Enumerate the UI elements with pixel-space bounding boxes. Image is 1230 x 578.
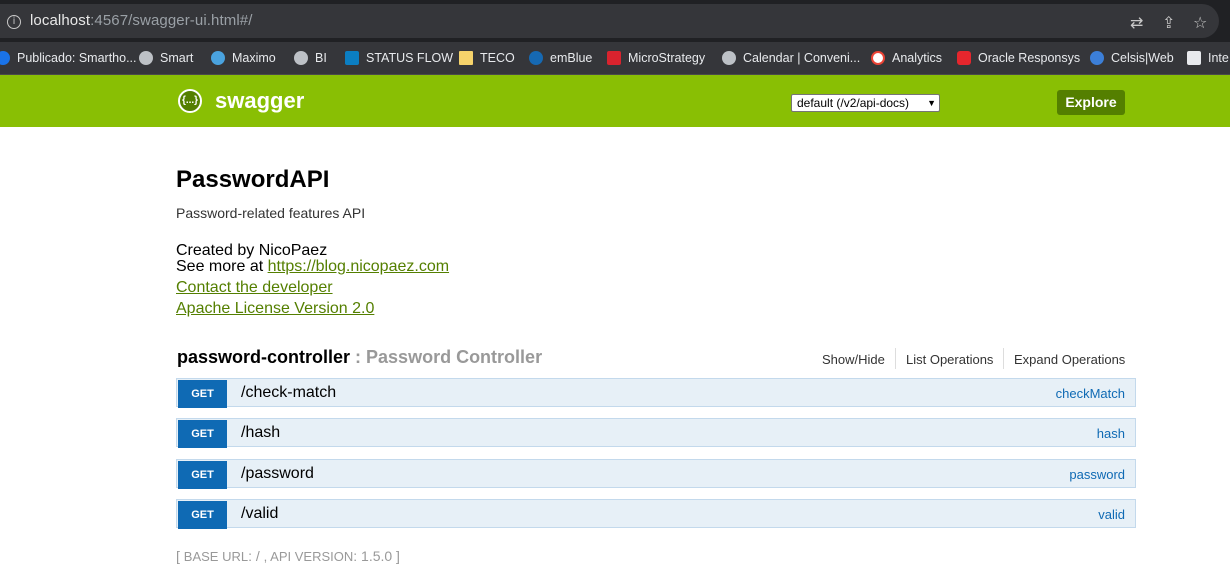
see-more-prefix: See more at bbox=[176, 258, 268, 275]
controller-description: Password Controller bbox=[366, 347, 543, 367]
operation-id[interactable]: checkMatch bbox=[1056, 386, 1125, 401]
swagger-header: {...} swagger default (/v2/api-docs) ▼ Ex… bbox=[0, 75, 1230, 127]
folder-icon bbox=[459, 51, 473, 65]
bookmark-analytics[interactable]: Analytics bbox=[871, 49, 942, 67]
globe-icon bbox=[139, 51, 153, 65]
blog-link[interactable]: https://blog.nicopaez.com bbox=[268, 258, 449, 275]
bookmark-label: Calendar | Conveni... bbox=[743, 51, 861, 65]
bookmark-label: emBlue bbox=[550, 51, 593, 65]
swagger-logo-text[interactable]: swagger bbox=[215, 88, 304, 114]
emblue-icon bbox=[529, 51, 543, 65]
http-method-badge[interactable]: GET bbox=[178, 461, 227, 489]
share-icon[interactable]: ⇪ bbox=[1162, 13, 1175, 32]
globe-icon bbox=[294, 51, 308, 65]
controller-separator: : bbox=[350, 347, 367, 367]
url-path: :4567/swagger-ui.html#/ bbox=[90, 12, 253, 29]
url-host: localhost bbox=[30, 12, 91, 29]
google-icon bbox=[871, 51, 885, 65]
base-url-label: BASE URL bbox=[183, 549, 249, 564]
operation-path[interactable]: /hash bbox=[241, 424, 280, 442]
bookmark-bi[interactable]: BI bbox=[294, 49, 327, 67]
bookmark-oracle-responsys[interactable]: Oracle Responsys bbox=[957, 49, 1080, 67]
api-version-label: , API VERSION bbox=[263, 549, 354, 564]
bookmark-calendar[interactable]: Calendar | Conveni... bbox=[722, 49, 860, 67]
bookmark-star-icon[interactable]: ☆ bbox=[1193, 13, 1207, 32]
bookmark-status-flow[interactable]: STATUS FLOW bbox=[345, 49, 453, 67]
operation-hash[interactable]: GET /hash hash bbox=[176, 418, 1136, 448]
bookmark-label: MicroStrategy bbox=[628, 51, 706, 65]
bookmark-label: Celsis|Web bbox=[1111, 51, 1174, 65]
bookmark-maximo[interactable]: Maximo bbox=[211, 49, 276, 67]
operation-id[interactable]: password bbox=[1069, 467, 1125, 482]
swagger-logo-icon[interactable]: {...} bbox=[178, 89, 202, 113]
maximo-icon bbox=[211, 51, 225, 65]
ops-divider bbox=[1003, 348, 1004, 369]
url-text[interactable]: localhost:4567/swagger-ui.html#/ bbox=[30, 12, 253, 29]
bookmark-label: BI bbox=[315, 51, 327, 65]
bookmark-favicon-icon bbox=[0, 51, 10, 65]
oracle-icon bbox=[957, 51, 971, 65]
browser-toolbar: i localhost:4567/swagger-ui.html#/ ⇄ ⇪ ☆ bbox=[0, 0, 1230, 42]
bookmark-label: Oracle Responsys bbox=[978, 51, 1081, 65]
show-hide-link[interactable]: Show/Hide bbox=[822, 352, 885, 367]
bookmark-label: Inte bbox=[1208, 51, 1229, 65]
operation-path[interactable]: /valid bbox=[241, 505, 278, 523]
list-operations-link[interactable]: List Operations bbox=[906, 352, 993, 367]
bookmark-emblue[interactable]: emBlue bbox=[529, 49, 592, 67]
api-title: PasswordAPI bbox=[176, 166, 330, 193]
bookmark-label: Maximo bbox=[232, 51, 276, 65]
operation-id[interactable]: hash bbox=[1097, 426, 1125, 441]
globe-icon bbox=[722, 51, 736, 65]
sharepoint-icon bbox=[345, 51, 359, 65]
operation-check-match[interactable]: GET /check-match checkMatch bbox=[176, 378, 1136, 408]
ops-divider bbox=[895, 348, 896, 369]
api-description: Password-related features API bbox=[176, 205, 366, 221]
api-select-value: default (/v2/api-docs) bbox=[797, 96, 910, 110]
translate-icon[interactable]: ⇄ bbox=[1130, 13, 1143, 32]
bookmark-label: Analytics bbox=[892, 51, 943, 65]
controller-name: password-controller bbox=[177, 347, 351, 367]
operation-id[interactable]: valid bbox=[1098, 507, 1125, 522]
license-link[interactable]: Apache License Version 2.0 bbox=[176, 300, 374, 318]
operation-valid[interactable]: GET /valid valid bbox=[176, 499, 1136, 529]
expand-operations-link[interactable]: Expand Operations bbox=[1014, 352, 1125, 367]
site-info-icon[interactable]: i bbox=[7, 15, 21, 29]
celsis-icon bbox=[1090, 51, 1104, 65]
bookmark-publicado[interactable]: Publicado: Smartho... bbox=[0, 49, 137, 67]
bookmark-label: Smart bbox=[160, 51, 194, 65]
bookmark-label: Publicado: Smartho... bbox=[17, 51, 137, 65]
operation-path[interactable]: /check-match bbox=[241, 384, 336, 402]
chevron-down-icon: ▼ bbox=[927, 98, 936, 108]
http-method-badge[interactable]: GET bbox=[178, 380, 227, 408]
see-more: See more at https://blog.nicopaez.com bbox=[176, 258, 449, 276]
bookmark-teco[interactable]: TECO bbox=[459, 49, 515, 67]
operation-path[interactable]: /password bbox=[241, 465, 314, 483]
microstrategy-icon bbox=[607, 51, 621, 65]
operation-password[interactable]: GET /password password bbox=[176, 459, 1136, 489]
footer-bracket-close: ] bbox=[392, 548, 400, 564]
http-method-badge[interactable]: GET bbox=[178, 501, 227, 529]
bookmark-inte[interactable]: Inte bbox=[1187, 49, 1229, 67]
bookmarks-bar: Publicado: Smartho... Smart Maximo BI ST… bbox=[0, 42, 1230, 75]
base-url-value: : / bbox=[248, 548, 264, 564]
footer-bracket-open: [ bbox=[176, 548, 184, 564]
bookmark-smart[interactable]: Smart bbox=[139, 49, 193, 67]
address-bar[interactable]: i localhost:4567/swagger-ui.html#/ ⇄ ⇪ ☆ bbox=[0, 4, 1219, 38]
api-spec-select[interactable]: default (/v2/api-docs) ▼ bbox=[791, 94, 940, 112]
explore-button[interactable]: Explore bbox=[1057, 90, 1125, 115]
bookmark-celsis[interactable]: Celsis|Web bbox=[1090, 49, 1174, 67]
bookmark-microstrategy[interactable]: MicroStrategy bbox=[607, 49, 705, 67]
intel-icon bbox=[1187, 51, 1201, 65]
api-footer: [ BASE URL: / , API VERSION: 1.5.0 ] bbox=[176, 548, 400, 564]
api-version-value: : 1.5.0 bbox=[353, 548, 393, 564]
controller-heading[interactable]: password-controller : Password Controlle… bbox=[177, 347, 542, 368]
bookmark-label: TECO bbox=[480, 51, 515, 65]
contact-developer-link[interactable]: Contact the developer bbox=[176, 279, 333, 297]
bookmark-label: STATUS FLOW bbox=[366, 51, 454, 65]
http-method-badge[interactable]: GET bbox=[178, 420, 227, 448]
